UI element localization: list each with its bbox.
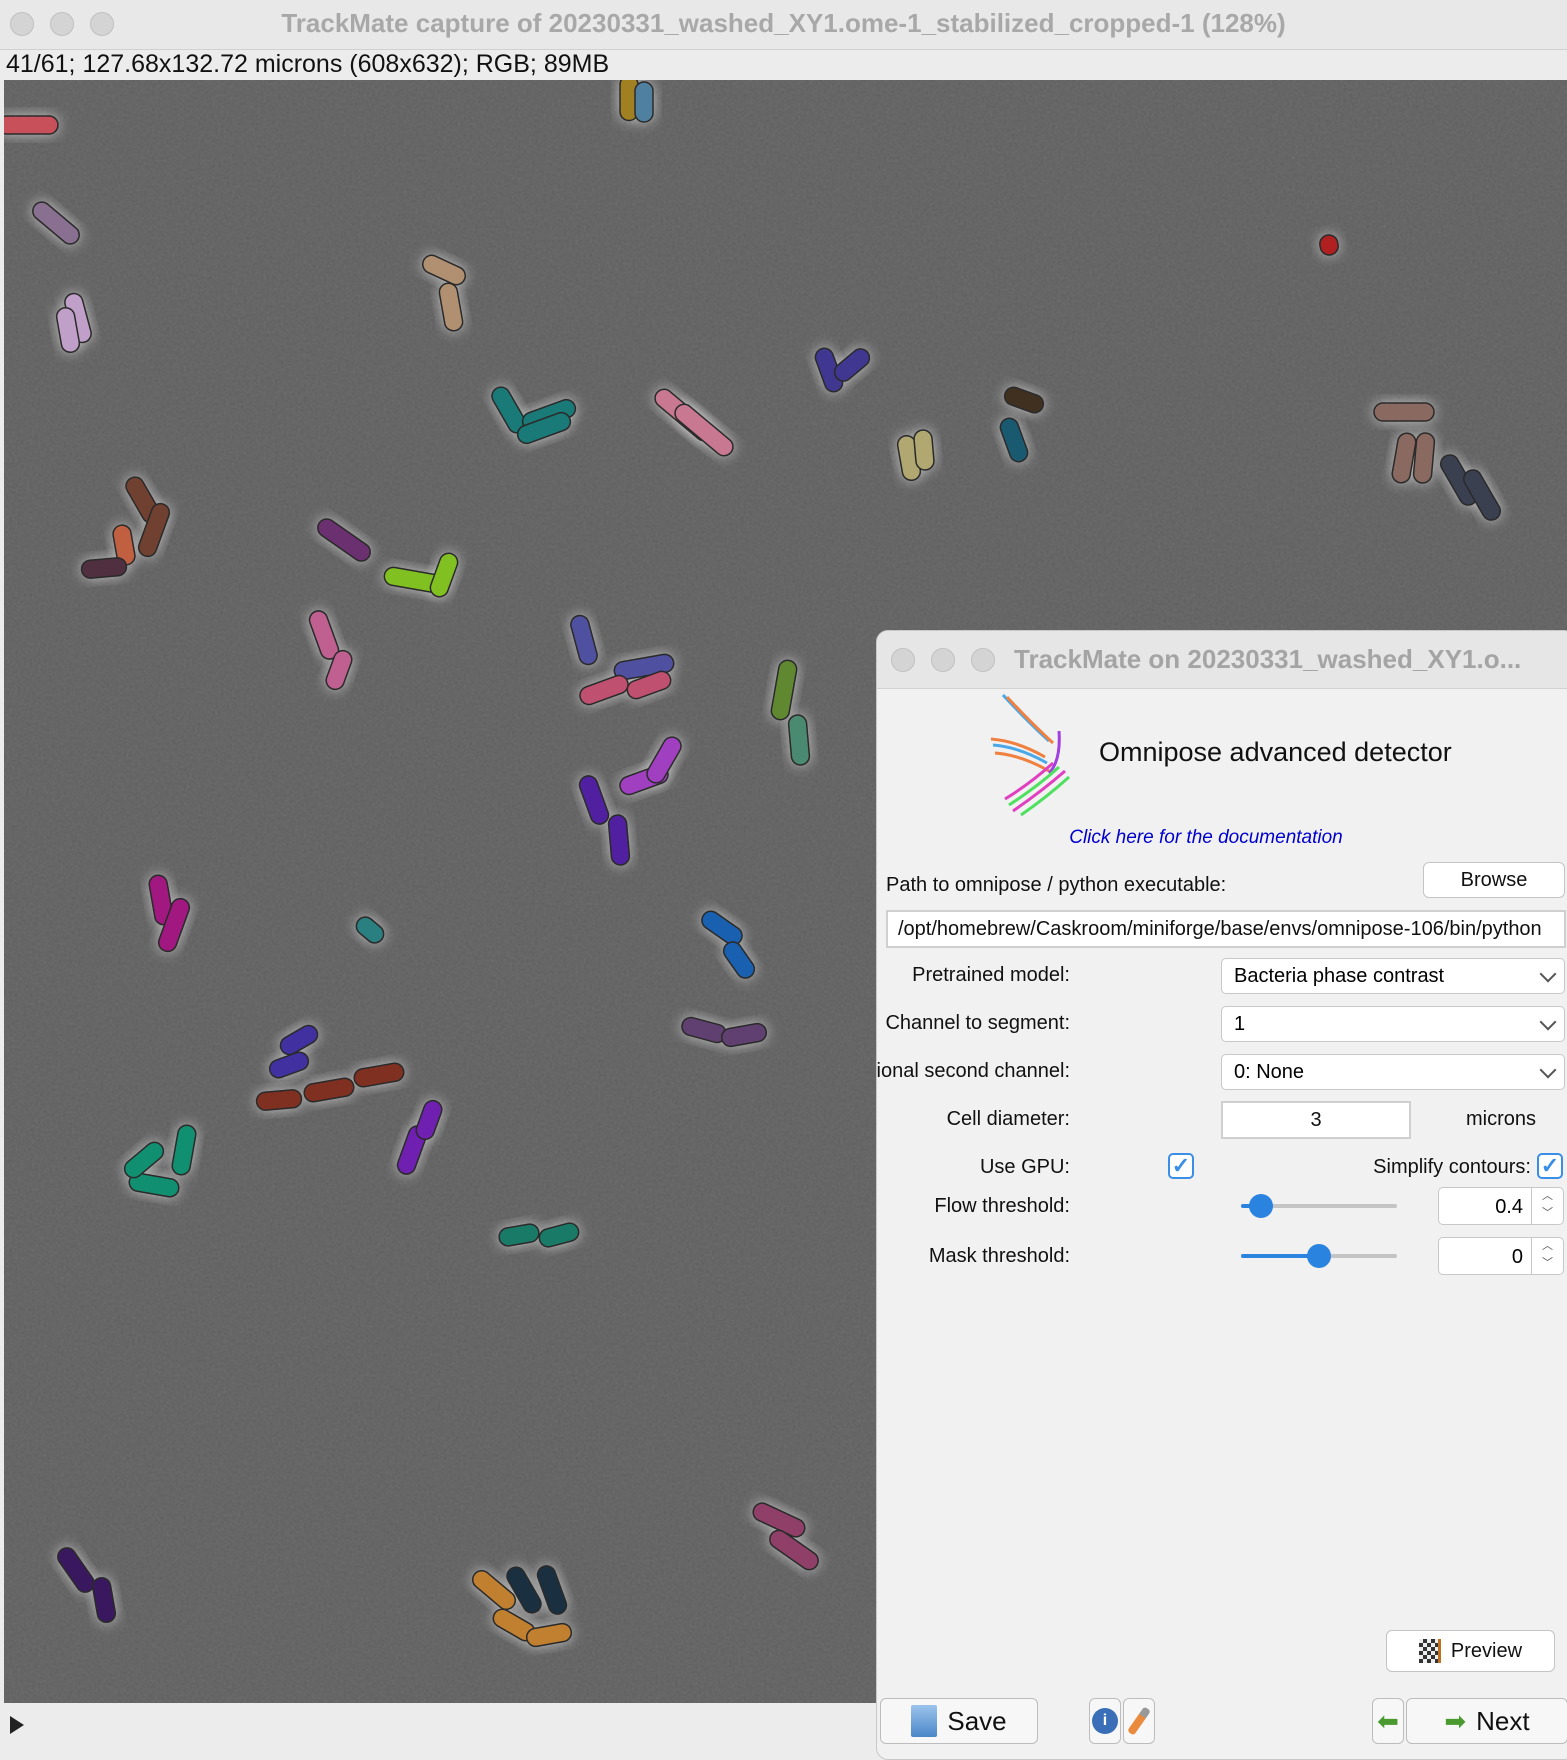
path-label: Path to omnipose / python executable: — [886, 874, 1227, 896]
info-icon: i — [1092, 1708, 1118, 1734]
channel-value: 1 — [1234, 1012, 1246, 1035]
wrench-icon — [1127, 1706, 1151, 1736]
spinner-arrows-icon[interactable]: ︿ ﹀ — [1531, 1188, 1563, 1224]
pretrained-model-select[interactable]: Bacteria phase contrast — [1221, 958, 1565, 994]
window-title: TrackMate capture of 20230331_washed_XY1… — [281, 8, 1286, 38]
cell-diameter-label: Cell diameter: — [946, 1108, 1070, 1130]
diameter-unit: microns — [1466, 1108, 1537, 1130]
cell-diameter-input[interactable]: 3 — [1221, 1101, 1411, 1139]
flow-threshold-value: 0.4 — [1495, 1196, 1523, 1218]
preview-button[interactable]: Preview — [1386, 1630, 1555, 1672]
next-label: Next — [1476, 1705, 1530, 1736]
simplify-contours-checkbox[interactable]: ✓ — [1537, 1153, 1563, 1179]
save-button[interactable]: Save — [880, 1698, 1038, 1744]
play-icon[interactable] — [10, 1716, 24, 1734]
dialog-titlebar: TrackMate on 20230331_washed_XY1.o... — [877, 631, 1567, 689]
pretrained-model-value: Bacteria phase contrast — [1234, 964, 1445, 987]
mask-threshold-label: Mask threshold: — [928, 1245, 1070, 1267]
preview-label: Preview — [1450, 1639, 1523, 1662]
cell-mask — [634, 81, 654, 123]
dialog-title: TrackMate on 20230331_washed_XY1.o... — [1014, 644, 1522, 674]
second-channel-value: 0: None — [1234, 1060, 1305, 1083]
dialog-minimize-button[interactable] — [931, 648, 955, 672]
path-input[interactable]: /opt/homebrew/Caskroom/miniforge/base/en… — [886, 910, 1566, 948]
trackmate-dialog: TrackMate on 20230331_washed_XY1.o... Om… — [876, 630, 1567, 1760]
flow-threshold-slider[interactable] — [1241, 1194, 1397, 1218]
window-titlebar: TrackMate capture of 20230331_washed_XY1… — [0, 0, 1567, 50]
info-button[interactable]: i — [1089, 1698, 1121, 1744]
previous-button[interactable]: ⬅ — [1372, 1698, 1404, 1744]
image-info: 41/61; 127.68x132.72 microns (608x632); … — [6, 50, 610, 78]
slider-knob[interactable] — [1307, 1244, 1331, 1268]
mask-threshold-spinner[interactable]: 0 ︿ ﹀ — [1438, 1237, 1564, 1275]
cell-mask — [787, 714, 811, 766]
channel-select[interactable]: 1 — [1221, 1006, 1565, 1042]
browse-button[interactable]: Browse — [1423, 862, 1565, 898]
settings-button[interactable] — [1123, 1698, 1155, 1744]
chevron-down-icon — [1539, 1061, 1557, 1079]
stack-slider-bar — [0, 1703, 880, 1749]
cell-mask — [4, 115, 59, 135]
save-label: Save — [947, 1705, 1007, 1736]
cell-mask — [255, 1089, 303, 1111]
mask-threshold-slider[interactable] — [1241, 1244, 1397, 1268]
cell-mask — [1412, 432, 1436, 484]
dialog-zoom-button[interactable] — [971, 648, 995, 672]
second-channel-select[interactable]: 0: None — [1221, 1054, 1565, 1090]
chevron-down-icon — [1539, 1013, 1557, 1031]
spinner-arrows-icon[interactable]: ︿ ﹀ — [1531, 1238, 1563, 1274]
cell-mask — [607, 814, 631, 866]
dialog-close-button[interactable] — [891, 648, 915, 672]
detector-heading: Omnipose advanced detector — [1099, 737, 1452, 767]
cell-mask — [913, 429, 935, 471]
omnipose-logo-icon — [990, 693, 1071, 816]
flow-threshold-spinner[interactable]: 0.4 ︿ ﹀ — [1438, 1187, 1564, 1225]
mask-threshold-value: 0 — [1511, 1246, 1523, 1268]
channel-label: Channel to segment: — [885, 1012, 1070, 1034]
second-channel-label: Optional second channel: — [876, 1060, 1070, 1082]
cell-mask — [80, 557, 128, 579]
pretrained-model-label: Pretrained model: — [912, 964, 1070, 986]
flow-threshold-label: Flow threshold: — [934, 1195, 1070, 1217]
arrow-left-icon: ⬅ — [1377, 1705, 1399, 1736]
arrow-right-icon: ➡ — [1444, 1705, 1467, 1736]
documentation-link[interactable]: Click here for the documentation — [877, 827, 1567, 849]
use-gpu-checkbox[interactable]: ✓ — [1168, 1153, 1194, 1179]
simplify-contours-label: Simplify contours: — [1373, 1156, 1531, 1178]
next-button[interactable]: ➡ Next — [1406, 1698, 1567, 1744]
cell-mask — [1373, 402, 1435, 422]
chevron-down-icon — [1539, 965, 1557, 983]
save-icon — [911, 1705, 938, 1737]
slider-knob[interactable] — [1249, 1194, 1274, 1218]
checkered-flag-icon — [1418, 1639, 1441, 1663]
use-gpu-label: Use GPU: — [979, 1156, 1070, 1178]
